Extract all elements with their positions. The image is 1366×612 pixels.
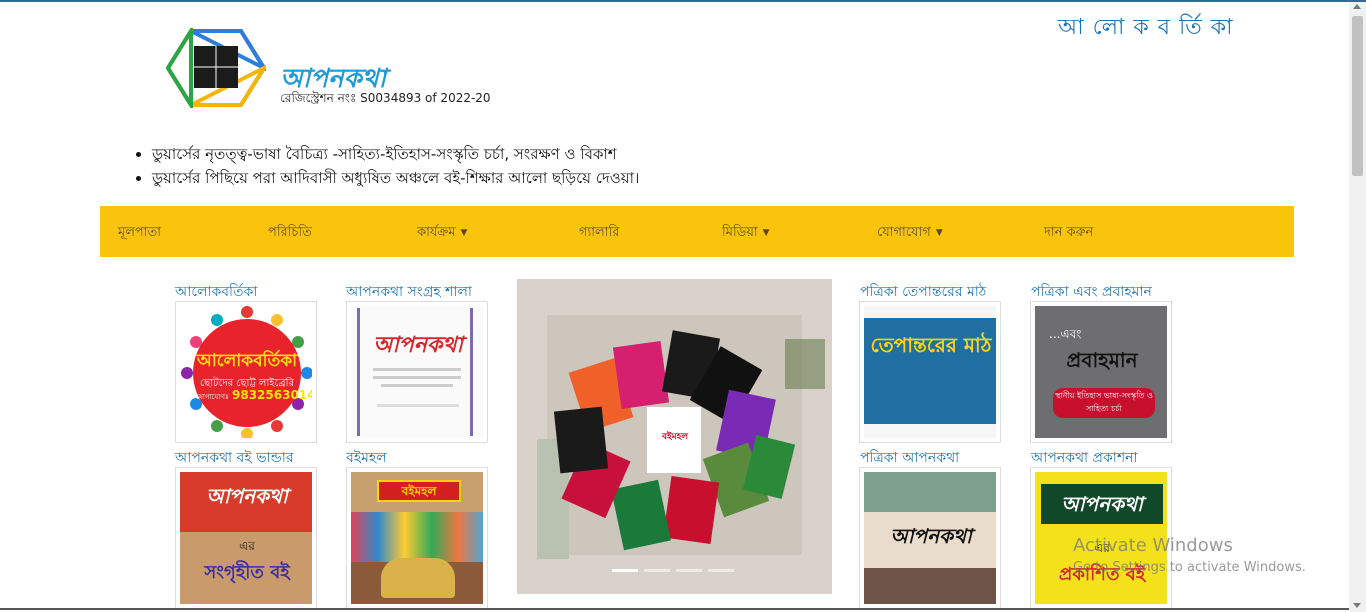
tile-image-heading: আপনকথা bbox=[1061, 492, 1143, 516]
nav-home[interactable]: মূলপাতা bbox=[118, 223, 161, 244]
carousel-indicator[interactable] bbox=[612, 569, 638, 572]
tile-boimohol[interactable]: বইমহল bbox=[346, 467, 488, 609]
nav-contact-dropdown[interactable]: যোগাযোগ ▼ bbox=[877, 223, 943, 244]
mission-list: ডুয়ার্সের নৃতত্ত্ব-ভাষা বৈচিত্র্য -সাহি… bbox=[132, 142, 639, 190]
scroll-thumb[interactable] bbox=[1352, 16, 1363, 176]
tile-image: আলোকবর্তিকা ছোটদের ছোট্ট লাইব্রেরি যোগায… bbox=[180, 306, 312, 438]
tile-image: আপনকথা bbox=[351, 306, 483, 438]
main-navbar: মূলপাতা পরিচিতি কার্যক্রম ▼ গ্যালারি মিডি… bbox=[100, 206, 1294, 257]
tile-image-phone: 9832563014 bbox=[232, 388, 312, 402]
tile-image-heading: বইমহল bbox=[377, 480, 461, 502]
carousel-indicators bbox=[612, 569, 734, 572]
carousel-indicator[interactable] bbox=[708, 569, 734, 572]
tile-image-heading: আপনকথা bbox=[206, 484, 288, 508]
carousel-indicator[interactable] bbox=[676, 569, 702, 572]
scroll-down-icon[interactable] bbox=[1353, 603, 1361, 608]
nav-activities-dropdown[interactable]: কার্যক্রম ▼ bbox=[417, 223, 467, 244]
tile-image-heading: প্রবাহমান bbox=[1066, 348, 1138, 372]
tile-image-heading: আপনকথা bbox=[373, 333, 463, 358]
tile-image-contact-label: যোগাযোগঃ bbox=[196, 393, 229, 401]
mission-item: ডুয়ার্সের পিছিয়ে পরা আদিবাসী অধ্যুষিত … bbox=[152, 166, 639, 190]
nav-activities-label: কার্যক্রম bbox=[417, 225, 456, 240]
tile-ebong-probahoman[interactable]: ...এবং প্রবাহমান স্থানীয় ইতিহাস ভাষা-সং… bbox=[1030, 301, 1172, 443]
boimohol-logo[interactable] bbox=[165, 23, 270, 113]
tile-image-heading: আলোকবর্তিকা bbox=[196, 351, 298, 371]
mission-item: ডুয়ার্সের নৃতত্ত্ব-ভাষা বৈচিত্র্য -সাহি… bbox=[152, 142, 639, 166]
nav-media-dropdown[interactable]: মিডিয়া ▼ bbox=[722, 223, 770, 244]
registration-number: রেজিস্ট্রেশন নংঃ S0034893 of 2022-20 bbox=[280, 91, 491, 105]
tile-boi-bhandar[interactable]: আপনকথা এর সংগৃহীত বই bbox=[175, 467, 317, 609]
caret-down-icon: ▼ bbox=[762, 227, 770, 238]
tile-image: আপনকথা bbox=[864, 472, 996, 604]
nav-media-label: মিডিয়া bbox=[722, 225, 758, 240]
caret-down-icon: ▼ bbox=[935, 227, 943, 238]
caret-down-icon: ▼ bbox=[460, 227, 468, 238]
tile-image-bottom: সংগৃহীত বই bbox=[204, 562, 290, 583]
tile-image-heading: তেপান্তরের মাঠ bbox=[870, 333, 992, 357]
site-title-top-right: আ লো ক ব র্তি কা bbox=[1058, 15, 1234, 40]
nav-gallery[interactable]: গ্যালারি bbox=[579, 223, 619, 244]
tile-image-heading: আপনকথা bbox=[890, 524, 972, 548]
image-carousel[interactable]: বইমহল bbox=[517, 279, 832, 594]
tile-image: আপনকথা এর সংগৃহীত বই bbox=[180, 472, 312, 604]
tile-image-top: ...এবং bbox=[1049, 327, 1082, 341]
nav-contact-label: যোগাযোগ bbox=[877, 225, 931, 240]
tile-potrika-aponkotha[interactable]: আপনকথা bbox=[859, 467, 1001, 609]
tile-sangraha-shala[interactable]: আপনকথা bbox=[346, 301, 488, 443]
carousel-center-label: বইমহল bbox=[661, 432, 689, 442]
nav-donate[interactable]: দান করুন bbox=[1044, 223, 1093, 244]
scroll-up-icon[interactable] bbox=[1353, 4, 1361, 9]
carousel-indicator[interactable] bbox=[644, 569, 670, 572]
windows-activation-subtitle: Go to Settings to activate Windows. bbox=[1073, 560, 1306, 575]
nav-about[interactable]: পরিচিতি bbox=[268, 223, 312, 244]
tile-tepantorer-math[interactable]: তেপান্তরের মাঠ bbox=[859, 301, 1001, 443]
vertical-scrollbar[interactable] bbox=[1349, 2, 1366, 612]
tile-image: বইমহল bbox=[351, 472, 483, 604]
tile-image-mid: এর bbox=[239, 539, 255, 553]
tile-image-sub: স্থানীয় ইতিহাস ভাষা-সংস্কৃতি ও সাহিত্য … bbox=[1053, 388, 1155, 418]
tile-image: ...এবং প্রবাহমান স্থানীয় ইতিহাস ভাষা-সং… bbox=[1035, 306, 1167, 438]
tile-alokbortika[interactable]: আলোকবর্তিকা ছোটদের ছোট্ট লাইব্রেরি যোগায… bbox=[175, 301, 317, 443]
tile-image: তেপান্তরের মাঠ bbox=[864, 306, 996, 438]
windows-activation-title: Activate Windows bbox=[1073, 535, 1233, 556]
